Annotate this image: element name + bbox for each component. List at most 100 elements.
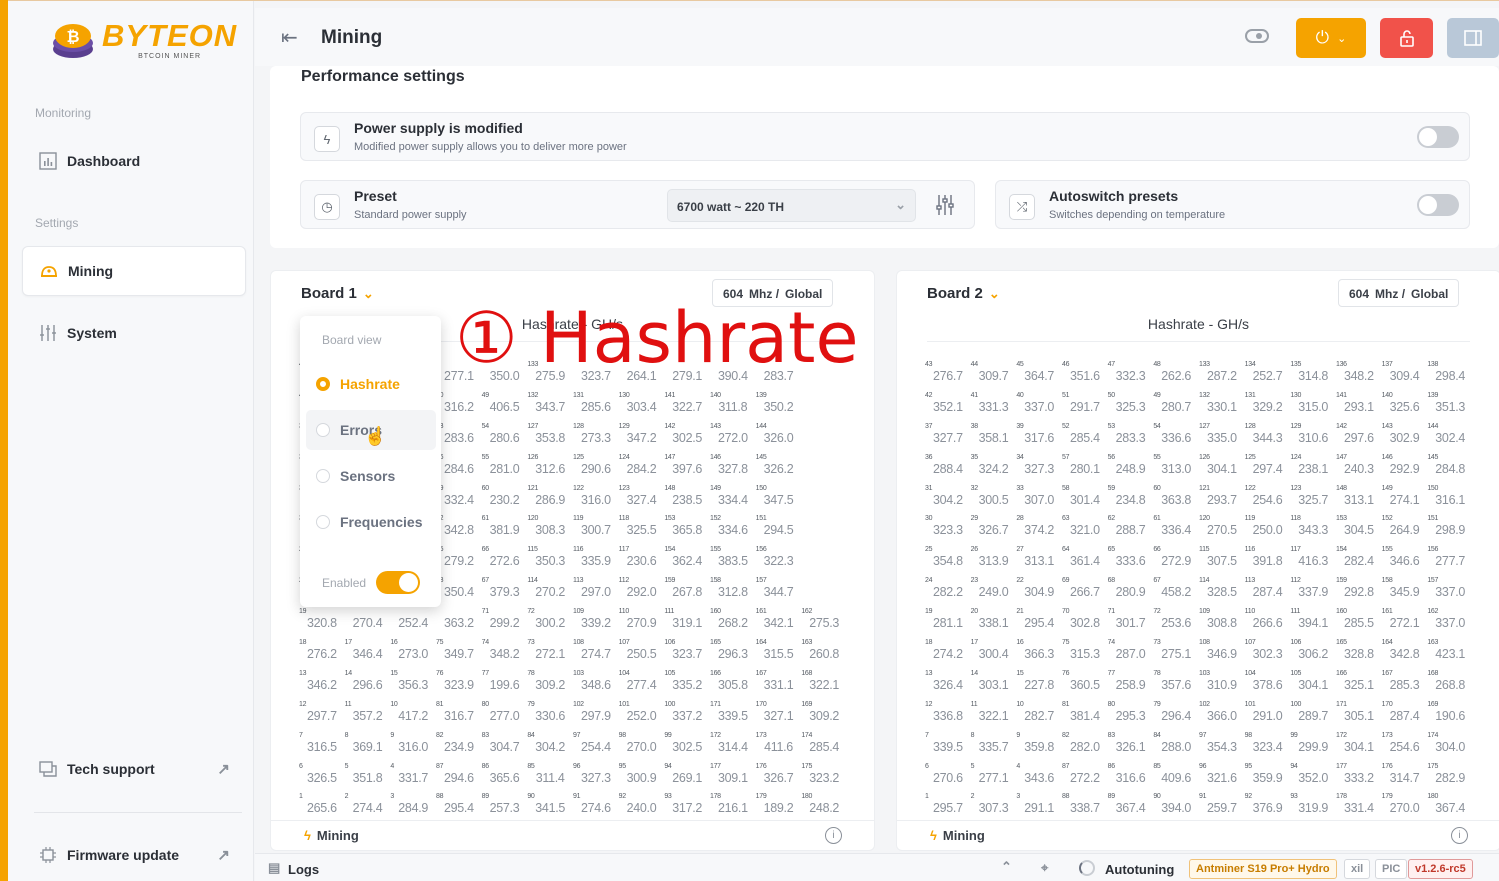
sidebar-item-system[interactable]: System (22, 308, 246, 358)
chip-hashrate-value: 305.8 (717, 677, 748, 692)
chip-cell: 82 234.9 (436, 730, 482, 761)
chip-index: 79 (527, 700, 535, 708)
chip-hashrate-value: 262.6 (1161, 369, 1192, 383)
bolt-icon: ϟ (314, 126, 340, 152)
sidebar-item-mining[interactable]: Mining (22, 246, 246, 296)
board-view-option-sensors[interactable]: Sensors (306, 456, 436, 496)
chip-hashrate-value: 417.2 (398, 708, 429, 723)
chip-hashrate-value: 348.6 (580, 677, 611, 692)
firmware-update-link[interactable]: Firmware update ↗ (22, 830, 246, 880)
chip-index: 40 (1016, 391, 1024, 399)
chip-cell: 116 335.9 (573, 544, 619, 575)
gauge-icon: ◷ (314, 194, 340, 220)
chip-hashrate-value: 327.3 (1024, 461, 1055, 476)
enabled-toggle[interactable] (376, 571, 420, 594)
power-supply-toggle[interactable] (1417, 126, 1459, 148)
board-view-option-hashrate[interactable]: Hashrate (306, 364, 436, 404)
chip-cell: 46 351.6 (1062, 359, 1108, 390)
chip-index: 102 (573, 700, 584, 708)
chip-cell: 24 282.2 (925, 575, 971, 606)
chip-index: 141 (1336, 391, 1347, 399)
logs-button[interactable]: Logs (288, 862, 319, 877)
chip-cell: 176 326.7 (756, 761, 802, 792)
visibility-toggle-icon[interactable] (1245, 29, 1269, 43)
chip-index: 22 (1016, 577, 1024, 585)
board-status-label: Mining (316, 828, 359, 843)
preset-selected-value: 6700 watt ~ 220 TH (677, 200, 785, 214)
chip-cell: 20 338.1 (971, 606, 1017, 637)
chip-index: 104 (1244, 669, 1256, 677)
chip-cell: 10 417.2 (390, 699, 436, 730)
chip-hashrate-value: 284.8 (1435, 461, 1466, 476)
board-view-option-frequencies[interactable]: Frequencies (306, 502, 436, 542)
chip-cell: 177 309.1 (710, 761, 756, 792)
board-view-dropdown[interactable]: Board 2 ⌄ (927, 285, 1000, 302)
chip-cell: 85 311.4 (527, 761, 573, 792)
tech-support-link[interactable]: Tech support ↗ (22, 744, 246, 794)
chip-cell: 57 280.1 (1062, 452, 1108, 483)
chip-hashrate-value: 325.6 (1389, 399, 1420, 414)
chip-cell: 179 189.2 (756, 791, 802, 822)
chip-index: 122 (1244, 484, 1256, 492)
chevron-up-icon[interactable]: ⌃ (1001, 859, 1012, 875)
chip-cell: 30 323.3 (925, 513, 971, 544)
chip-cell: 270.4 (345, 606, 391, 637)
power-menu-button[interactable]: ⏻ ⌄ (1296, 18, 1366, 58)
chip-hashrate-value: 336.8 (932, 708, 963, 723)
chip-hashrate-value: 458.2 (1161, 585, 1192, 600)
tune-sliders-icon[interactable] (935, 194, 955, 221)
chip-index: 138 (1427, 361, 1439, 368)
chip-hashrate-value: 330.6 (535, 708, 566, 723)
brand-logo[interactable]: ₿ BYTEON BTCOIN MINER (50, 19, 237, 61)
chip-hashrate-value: 234.9 (443, 739, 474, 754)
chip-cell: 140 325.6 (1382, 390, 1428, 421)
chip-index: 162 (1427, 608, 1439, 616)
panel-toggle-button[interactable] (1447, 18, 1499, 58)
board-status-bar: ϟ Mining i (271, 820, 874, 850)
collapse-sidebar-icon[interactable]: ⇤ (281, 25, 298, 50)
chip-hashrate-value: 416.3 (1298, 554, 1329, 569)
performance-settings-card: Performance settings ϟ Power supply is m… (270, 66, 1499, 248)
chip-hashrate-value: 347.2 (626, 430, 657, 445)
chip-cell: 12 297.7 (299, 699, 345, 730)
chip-cell: 63 321.0 (1062, 513, 1108, 544)
frequency-badge[interactable]: 604 Mhz / Global (1338, 279, 1460, 307)
board-view-dropdown[interactable]: Board 1 ⌄ (301, 285, 374, 302)
info-icon[interactable]: i (1451, 827, 1468, 844)
chip-cell: 168 322.1 (801, 668, 847, 699)
chip-index: 125 (1244, 453, 1256, 461)
chip-hashrate-value: 335.2 (672, 677, 703, 692)
info-icon[interactable]: i (825, 827, 842, 844)
chip-index: 55 (481, 453, 489, 461)
chip-index: 79 (1153, 700, 1161, 708)
chip-cell: 14 296.6 (345, 668, 391, 699)
sidebar-item-dashboard[interactable]: Dashboard (22, 136, 246, 186)
chip-hashrate-value: 252.0 (626, 708, 657, 723)
svg-text:₿: ₿ (66, 27, 79, 46)
chip-index: 106 (1290, 639, 1302, 647)
chip-index: 168 (1427, 669, 1439, 677)
chip-hashrate-value: 316.7 (443, 708, 474, 723)
chip-hashrate-value: 286.9 (535, 492, 566, 507)
chat-icon (38, 760, 57, 779)
preset-select[interactable]: 6700 watt ~ 220 TH ⌄ (667, 189, 916, 222)
chip-cell: 19 320.8 (299, 606, 345, 637)
chip-index: 7 (299, 731, 303, 739)
autoswitch-toggle[interactable] (1417, 194, 1459, 216)
chip-index: 132 (527, 391, 539, 399)
chip-index: 74 (1107, 639, 1115, 647)
chip-index: 35 (970, 453, 978, 461)
unlock-button[interactable] (1380, 18, 1433, 58)
chip-cell: 132 343.7 (527, 390, 573, 421)
chip-hashrate-value: 338.7 (1069, 801, 1100, 816)
chip-hashrate-value: 289.7 (1298, 708, 1329, 723)
chip-cell: 107 250.5 (619, 637, 665, 668)
chip-hashrate-value: 285.5 (1343, 616, 1374, 631)
sliders-icon (38, 324, 57, 343)
chip-index: 58 (1062, 484, 1070, 492)
focus-icon[interactable]: ⌖ (1041, 860, 1048, 876)
chip-cell: 52 285.4 (1062, 421, 1108, 452)
chip-cell: 80 295.3 (1108, 699, 1154, 730)
chip-index: 73 (1153, 639, 1161, 647)
chip-index: 147 (1336, 453, 1347, 461)
